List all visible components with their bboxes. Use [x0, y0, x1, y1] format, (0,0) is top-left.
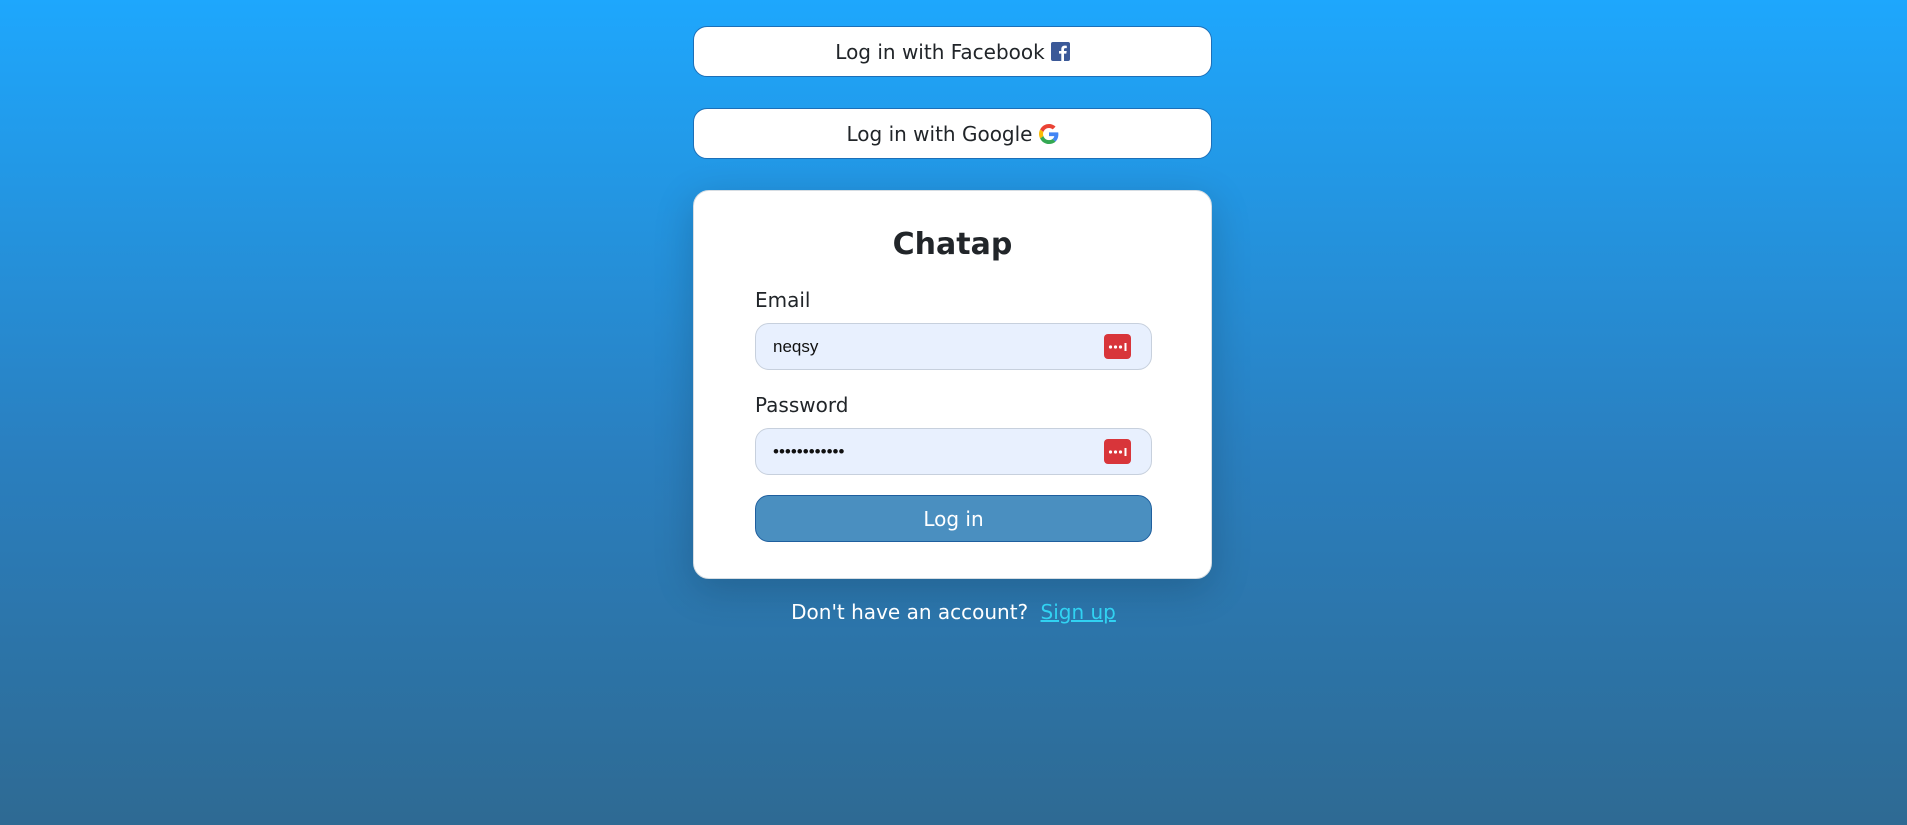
google-login-label: Log in with Google	[846, 121, 1033, 146]
email-label: Email	[755, 288, 811, 312]
email-field[interactable]	[771, 335, 1104, 358]
login-container: Log in with Facebook Log in with Google …	[693, 26, 1212, 579]
signup-prompt: Don't have an account? Sign up	[0, 600, 1907, 624]
signup-prompt-text: Don't have an account?	[791, 600, 1029, 624]
google-login-button[interactable]: Log in with Google	[693, 108, 1212, 159]
email-field-wrapper	[755, 323, 1152, 370]
signup-link[interactable]: Sign up	[1041, 600, 1116, 624]
password-manager-icon[interactable]	[1104, 334, 1131, 359]
login-card: Chatap Email Password	[693, 190, 1212, 579]
login-button[interactable]: Log in	[755, 495, 1152, 542]
facebook-login-label: Log in with Facebook	[835, 39, 1045, 64]
facebook-login-button[interactable]: Log in with Facebook	[693, 26, 1212, 77]
password-manager-icon[interactable]	[1104, 439, 1131, 464]
app-title: Chatap	[892, 227, 1013, 262]
google-icon	[1038, 123, 1059, 144]
password-label: Password	[755, 393, 849, 417]
password-field[interactable]	[771, 440, 1104, 463]
facebook-icon	[1050, 42, 1070, 61]
password-field-wrapper	[755, 428, 1152, 475]
